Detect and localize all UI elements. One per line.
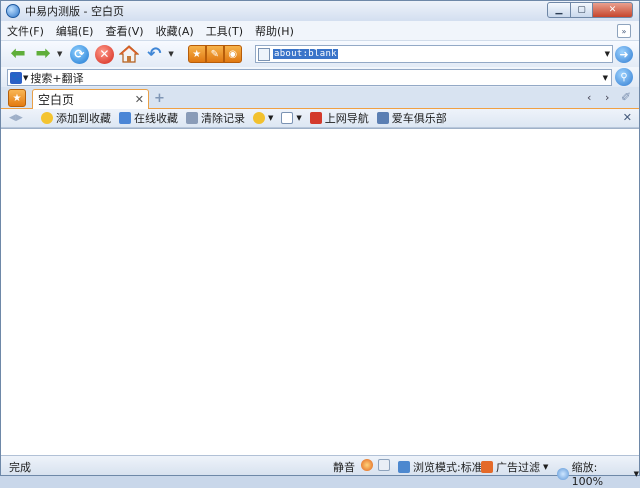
home-button[interactable] xyxy=(118,43,140,65)
home-icon xyxy=(119,45,140,63)
clear-history-link[interactable]: 清除记录 xyxy=(186,110,245,126)
ad-filter-button[interactable]: 广告过滤 ▼ xyxy=(481,459,548,475)
menu-favorites[interactable]: 收藏(A) xyxy=(156,23,194,39)
broom-icon xyxy=(186,112,198,124)
search-icon: ⚲ xyxy=(620,71,628,83)
browser-window: 中易内测版 - 空白页 ▁ ▢ ✕ 文件(F) 编辑(E) 查看(V) 收藏(A… xyxy=(0,0,640,488)
new-tab-icon[interactable]: + xyxy=(154,91,165,106)
page-icon xyxy=(376,112,389,124)
search-input[interactable]: 🐾 ▼ 搜索+翻译 ▼ xyxy=(7,69,612,86)
forward-arrow-icon: ➡ xyxy=(35,43,51,64)
dropdown-icon: ▼ xyxy=(296,114,302,122)
dropdown-icon: ▼ xyxy=(543,463,549,471)
close-button[interactable]: ✕ xyxy=(593,2,633,18)
extras-dropdown[interactable]: ▼ xyxy=(253,112,273,124)
go-arrow-icon: ➜ xyxy=(619,48,629,61)
tab-tools-icon[interactable]: ✐ xyxy=(621,90,631,104)
wrench-icon: ✎ xyxy=(210,48,219,60)
search-button[interactable]: ⚲ xyxy=(615,68,633,86)
window-title: 中易内测版 - 空白页 xyxy=(25,5,124,18)
web-nav-link[interactable]: 上网导航 xyxy=(309,110,369,126)
tab-close-icon[interactable]: ✕ xyxy=(135,93,144,106)
history-dropdown-icon[interactable]: ▼ xyxy=(57,50,62,58)
tab-scroll-left-icon[interactable]: ‹ xyxy=(587,91,591,104)
title-bar[interactable]: 中易内测版 - 空白页 ▁ ▢ ✕ xyxy=(1,1,639,21)
search-toolbar: 🐾 ▼ 搜索+翻译 ▼ ⚲ xyxy=(1,67,639,87)
menu-file[interactable]: 文件(F) xyxy=(7,23,44,39)
stop-icon: ✕ xyxy=(94,44,114,64)
back-arrow-icon: ⬅ xyxy=(10,43,26,64)
window-controls: ▁ ▢ ✕ xyxy=(547,2,633,18)
zoom-icon xyxy=(557,467,569,480)
favorites-bar: ◀▶ 添加到收藏 在线收藏 清除记录 ▼ ▼ 上网导航 爱车俱乐部 ✕ xyxy=(1,109,639,128)
browse-mode-icon xyxy=(398,461,410,473)
favbar-nav-arrows-icon[interactable]: ◀▶ xyxy=(9,113,33,123)
menu-tools[interactable]: 工具(T) xyxy=(206,23,243,39)
add-favorite-link[interactable]: 添加到收藏 xyxy=(41,110,111,126)
maximize-button[interactable]: ▢ xyxy=(571,2,593,18)
menu-bar: 文件(F) 编辑(E) 查看(V) 收藏(A) 工具(T) 帮助(H) » xyxy=(1,21,639,41)
camera-icon: ◉ xyxy=(228,48,238,60)
search-engine-icon[interactable]: 🐾 xyxy=(10,71,22,84)
tab-bar: ★ 空白页 ✕ + ‹ › ✐ xyxy=(1,87,639,109)
car-club-link[interactable]: 爱车俱乐部 xyxy=(376,110,447,126)
menu-edit[interactable]: 编辑(E) xyxy=(56,23,94,39)
go-button[interactable]: ➜ xyxy=(615,46,633,63)
menu-view[interactable]: 查看(V) xyxy=(105,23,143,39)
engine-dropdown-icon[interactable]: ▼ xyxy=(23,74,28,82)
star-icon: ★ xyxy=(12,92,22,104)
star-icon: ★ xyxy=(192,48,202,60)
star-icon xyxy=(41,112,53,124)
undo-close-button[interactable]: ↶ xyxy=(143,43,165,65)
mail-dropdown[interactable]: ▼ xyxy=(281,112,302,124)
undo-arrow-icon: ↶ xyxy=(147,44,162,64)
menu-more-icon[interactable]: » xyxy=(617,24,631,38)
sun-icon xyxy=(253,112,265,124)
favbar-close-icon[interactable]: ✕ xyxy=(623,111,632,124)
mail-icon xyxy=(281,112,294,124)
bookmark-icon xyxy=(309,112,322,124)
tab-home-button[interactable]: ★ xyxy=(8,89,26,107)
navigation-toolbar: ⬅ ➡ ▼ ⟳ ✕ ↶ ▼ ★ ✎ ◉ about:blank ▼ ➜ xyxy=(1,41,639,67)
dropdown-icon: ▼ xyxy=(268,114,274,122)
cloud-icon xyxy=(119,112,131,124)
status-text: 完成 xyxy=(9,461,31,474)
quick-buttons: ★ ✎ ◉ xyxy=(187,45,242,63)
tab-blank-page[interactable]: 空白页 ✕ xyxy=(32,89,149,109)
address-dropdown-icon[interactable]: ▼ xyxy=(605,50,610,58)
tools-button[interactable]: ✎ xyxy=(205,45,224,63)
favorite-star-button[interactable]: ★ xyxy=(187,45,206,63)
menu-help[interactable]: 帮助(H) xyxy=(255,23,294,39)
online-favorites-link[interactable]: 在线收藏 xyxy=(119,110,178,126)
ad-filter-icon xyxy=(481,461,493,473)
browse-mode-button[interactable]: 浏览模式:标准 xyxy=(398,459,483,475)
back-button[interactable]: ⬅ xyxy=(7,43,29,65)
address-bar[interactable]: about:blank ▼ xyxy=(255,45,613,63)
tab-scroll-right-icon[interactable]: › xyxy=(605,91,609,104)
zoom-button[interactable]: 缩放: 100% ▼ xyxy=(557,459,639,488)
status-bar: 完成 静音 浏览模式:标准 广告过滤 ▼ 缩放: 100% ▼ xyxy=(1,455,639,488)
refresh-icon: ⟳ xyxy=(69,44,89,64)
dropdown-icon: ▼ xyxy=(633,469,639,478)
search-dropdown-icon[interactable]: ▼ xyxy=(603,74,608,82)
media-icon[interactable] xyxy=(361,459,376,471)
refresh-button[interactable]: ⟳ xyxy=(68,43,90,65)
forward-button[interactable]: ➡ xyxy=(32,43,54,65)
browser-logo-icon xyxy=(6,4,20,18)
tab-label: 空白页 xyxy=(38,93,75,107)
notes-icon[interactable] xyxy=(378,459,393,471)
minimize-button[interactable]: ▁ xyxy=(547,2,571,18)
screenshot-button[interactable]: ◉ xyxy=(223,45,242,63)
undo-dropdown-icon[interactable]: ▼ xyxy=(168,50,173,58)
stop-button[interactable]: ✕ xyxy=(93,43,115,65)
search-label: 搜索+翻译 xyxy=(30,71,84,85)
mute-toggle[interactable]: 静音 xyxy=(333,459,355,475)
page-content[interactable] xyxy=(1,128,639,455)
address-input[interactable]: about:blank xyxy=(273,49,338,59)
page-icon xyxy=(258,47,270,61)
